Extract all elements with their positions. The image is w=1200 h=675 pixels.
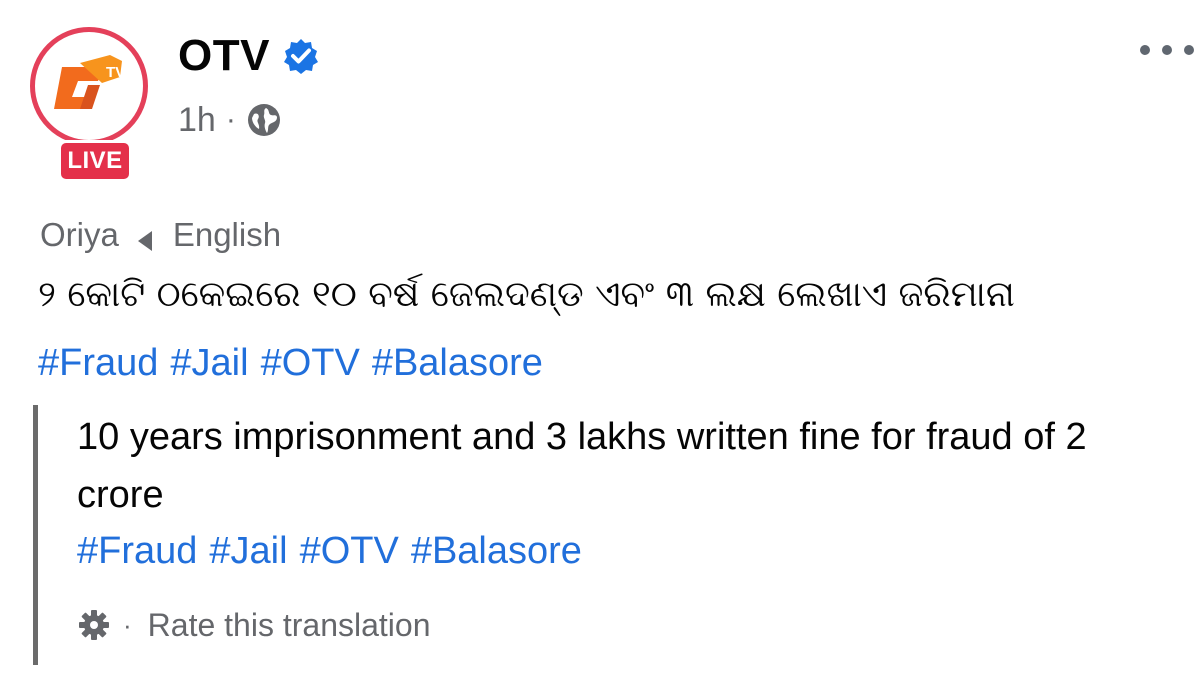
otv-logo-icon: TV xyxy=(54,55,125,109)
globe-icon[interactable] xyxy=(246,102,282,138)
translation-language-row: Oriya English xyxy=(40,213,281,257)
hashtag-link[interactable]: #OTV xyxy=(261,342,360,384)
more-dot xyxy=(1184,45,1194,55)
page-avatar[interactable]: TV LIVE xyxy=(30,27,158,182)
hashtag-link[interactable]: #Fraud xyxy=(38,342,158,384)
arrow-left-icon xyxy=(135,223,155,251)
meta-separator: · xyxy=(225,103,236,136)
post-time[interactable]: 1h xyxy=(178,101,216,140)
live-badge: LIVE xyxy=(58,140,132,182)
hashtag-link[interactable]: #OTV xyxy=(300,530,399,572)
rate-translation-row: · Rate this translation xyxy=(77,603,430,647)
logo-text: TV xyxy=(106,64,125,81)
more-dot xyxy=(1140,45,1150,55)
more-options-icon[interactable] xyxy=(1140,38,1194,62)
more-dot xyxy=(1162,45,1172,55)
hashtag-link[interactable]: #Balasore xyxy=(372,342,543,384)
translated-post-text: 10 years imprisonment and 3 lakhs writte… xyxy=(77,416,1087,516)
hashtag-link[interactable]: #Balasore xyxy=(411,530,582,572)
hashtag-link[interactable]: #Fraud xyxy=(77,530,197,572)
translated-hashtags: #Fraud #Jail #OTV #Balasore xyxy=(77,530,594,573)
otv-logo: TV xyxy=(40,37,138,135)
author-row: OTV xyxy=(178,30,320,82)
post-meta: 1h · xyxy=(178,98,282,142)
original-post-text: ୨ କୋଟି ଠକେଇରେ ୧୦ ବର୍ଷ ଜେଲଦଣ୍ଡ ଏବଂ ୩ ଲକ୍ଷ… xyxy=(38,274,1015,315)
hashtag-link[interactable]: #Jail xyxy=(209,530,287,572)
target-language[interactable]: English xyxy=(173,216,281,254)
facebook-post: TV LIVE OTV 1h · Oriya English ୨ କୋଟି ଠକ… xyxy=(0,0,1200,675)
verified-badge-icon xyxy=(282,37,320,75)
rate-translation-link[interactable]: Rate this translation xyxy=(148,607,431,644)
translation-quote-bar xyxy=(33,405,38,665)
hashtag-link[interactable]: #Jail xyxy=(170,342,248,384)
rate-separator: · xyxy=(123,609,132,640)
gear-icon[interactable] xyxy=(77,608,111,642)
source-language[interactable]: Oriya xyxy=(40,216,119,254)
original-hashtags: #Fraud #Jail #OTV #Balasore xyxy=(38,342,555,385)
page-name[interactable]: OTV xyxy=(178,31,270,81)
